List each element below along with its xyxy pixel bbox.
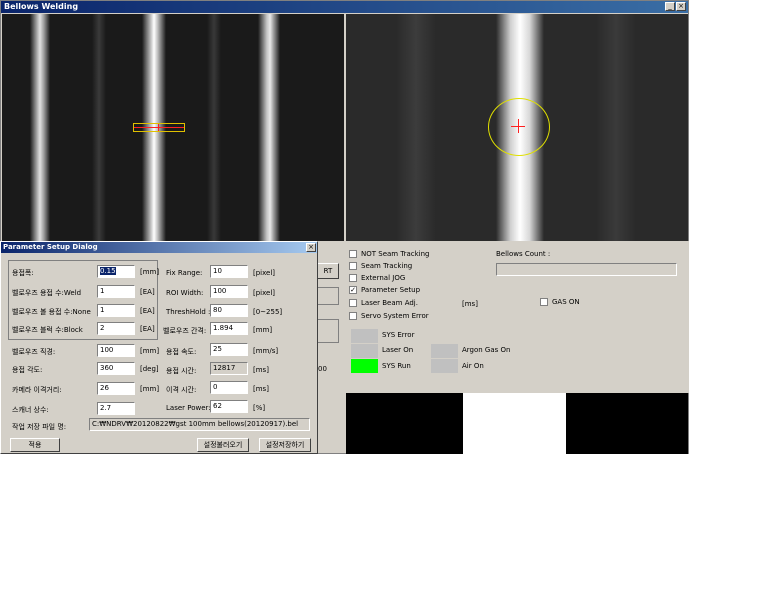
gap-time-input[interactable]: 0 (210, 381, 248, 394)
camera-distance-unit: [mm] (140, 385, 160, 393)
save-settings-button[interactable]: 설정저장하기 (259, 438, 311, 452)
bellows-gap-input[interactable]: 1.894 (210, 322, 248, 335)
control-panel: NOT Seam Tracking Seam Tracking External… (345, 241, 689, 393)
weld-time-field: 12817 (210, 362, 248, 375)
checkbox-parameter-setup[interactable]: ✓ Parameter Setup (349, 286, 420, 294)
sys-error-lamp (351, 329, 378, 343)
partial-box-2 (317, 319, 339, 343)
dialog-title: Parameter Setup Dialog (3, 243, 98, 251)
right-camera-view (346, 14, 688, 241)
minimize-button[interactable]: _ (665, 2, 675, 11)
checkbox-seam-tracking[interactable]: Seam Tracking (349, 262, 412, 270)
partial-box-1 (317, 287, 339, 305)
checkbox-laser-beam-adj[interactable]: Laser Beam Adj. (349, 299, 418, 307)
sys-run-lamp (351, 359, 378, 373)
partial-value: 00 (318, 365, 327, 373)
scanner-constant-label: 스캐너 상수: (12, 406, 49, 414)
laser-power-label: Laser Power: (166, 404, 211, 412)
bottom-view-3 (566, 393, 688, 454)
laser-power-unit: [%] (253, 404, 266, 412)
diameter-unit: [mm] (140, 347, 160, 355)
camera-distance-input[interactable]: 26 (97, 382, 135, 395)
none-weld-count-label: 벨로우즈 볼 용접 수:None (12, 308, 91, 316)
bottom-view-2 (463, 393, 566, 454)
tracking-circle (488, 98, 550, 156)
weld-width-unit: [mm] (140, 268, 160, 276)
block-count-unit: [EA] (140, 325, 155, 333)
load-settings-button[interactable]: 설정불러오기 (197, 438, 249, 452)
fix-range-input[interactable]: 10 (210, 265, 248, 278)
none-weld-count-unit: [EA] (140, 307, 155, 315)
window-titlebar: Bellows Welding (1, 1, 688, 13)
weld-speed-input[interactable]: 25 (210, 343, 248, 356)
air-on-label: Air On (462, 362, 484, 370)
bottom-view-1 (346, 393, 463, 454)
left-camera-view (2, 14, 344, 241)
gap-time-label: 이격 시간: (166, 386, 197, 394)
weld-angle-unit: [deg] (140, 365, 159, 373)
roi-width-unit: [pixel] (253, 289, 276, 297)
parameter-setup-dialog: Parameter Setup Dialog × 용접폭: 0.15 [mm] … (0, 241, 318, 454)
laser-power-input[interactable]: 62 (210, 400, 248, 413)
threshold-unit: [0~255] (253, 308, 283, 316)
checkbox-not-seam-tracking[interactable]: NOT Seam Tracking (349, 250, 429, 258)
argon-gas-lamp (431, 344, 458, 358)
weld-time-label: 용접 시간: (166, 367, 197, 375)
laser-on-lamp (351, 344, 378, 358)
close-window-button[interactable]: × (676, 2, 686, 11)
camera-distance-label: 카메라 이격거리: (12, 386, 62, 394)
block-count-label: 벨로우즈 블럭 수:Block (12, 326, 83, 334)
sys-run-label: SYS Run (382, 362, 411, 370)
weld-speed-label: 용접 속도: (166, 348, 197, 356)
checkbox-gas-on[interactable]: GAS ON (540, 298, 580, 306)
sys-error-label: SYS Error (382, 331, 415, 339)
dialog-close-button[interactable]: × (306, 243, 316, 252)
dialog-titlebar: Parameter Setup Dialog (1, 242, 317, 253)
roi-width-input[interactable]: 100 (210, 285, 248, 298)
diameter-input[interactable]: 100 (97, 344, 135, 357)
bellows-gap-unit: [mm] (253, 326, 273, 334)
roi-width-label: ROI Width: (166, 289, 204, 297)
weld-width-input[interactable]: 0.15 (97, 265, 135, 278)
file-name-label: 작업 저장 파일 명: (12, 423, 67, 431)
weld-count-unit: [EA] (140, 288, 155, 296)
weld-angle-label: 용접 각도: (12, 366, 43, 374)
fix-range-unit: [pixel] (253, 269, 276, 277)
weld-count-label: 벨로우즈 용접 수:Weld (12, 289, 82, 297)
block-count-input[interactable]: 2 (97, 322, 135, 335)
weld-speed-unit: [mm/s] (253, 347, 279, 355)
scanner-constant-input[interactable]: 2.7 (97, 402, 135, 415)
ms-unit: [ms] (462, 300, 478, 308)
threshold-input[interactable]: 80 (210, 304, 248, 317)
none-weld-count-input[interactable]: 1 (97, 304, 135, 317)
laser-on-label: Laser On (382, 346, 414, 354)
checkbox-external-jog[interactable]: External JOG (349, 274, 405, 282)
threshold-label: ThreshHold : (166, 308, 211, 316)
weld-count-input[interactable]: 1 (97, 285, 135, 298)
bellows-count-field (496, 263, 677, 276)
weld-width-label: 용접폭: (12, 269, 34, 277)
air-on-lamp (431, 359, 458, 373)
window-title: Bellows Welding (4, 2, 79, 11)
weld-time-unit: [ms] (253, 366, 269, 374)
fix-range-label: Fix Range: (166, 269, 203, 277)
diameter-label: 벨로우즈 직경: (12, 348, 56, 356)
gap-time-unit: [ms] (253, 385, 269, 393)
start-button-partial[interactable]: RT (317, 263, 339, 279)
bellows-count-label: Bellows Count : (496, 250, 551, 258)
crosshair-v (518, 119, 519, 133)
roi-box (133, 123, 185, 132)
bellows-gap-label: 벨로우즈 간격: (163, 327, 207, 335)
argon-gas-label: Argon Gas On (462, 346, 511, 354)
file-name-field: C:₩NDRV₩20120822₩gst 100mm bellows(20120… (89, 418, 310, 431)
apply-button[interactable]: 적용 (10, 438, 60, 452)
checkbox-servo-system-error[interactable]: Servo System Error (349, 312, 429, 320)
weld-angle-input[interactable]: 360 (97, 362, 135, 375)
